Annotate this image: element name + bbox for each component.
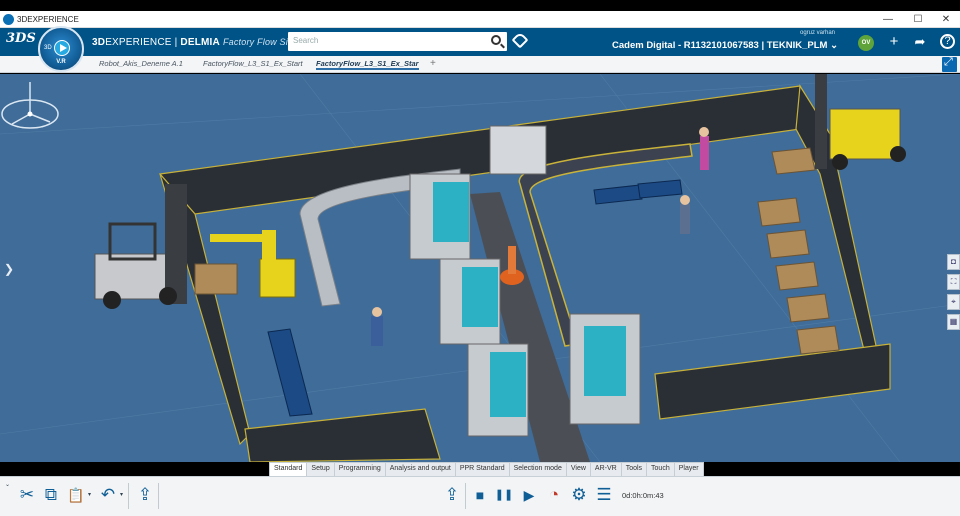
tab-factoryflow-1[interactable]: FactoryFlow_L3_S1_Ex_Start	[203, 59, 303, 68]
copy-icon[interactable]: ⧉	[41, 485, 61, 505]
search-icon[interactable]	[491, 35, 501, 45]
toolbar-separator	[158, 483, 159, 509]
tab-selection-mode[interactable]: Selection mode	[508, 462, 567, 476]
undo-dropdown-caret[interactable]: ▾	[120, 491, 123, 498]
tab-standard[interactable]: Standard	[269, 462, 308, 476]
user-name: ogruz varhan	[800, 30, 836, 36]
toolbar-menu-caret[interactable]: ⌄	[5, 481, 10, 488]
cut-icon[interactable]: ✂	[17, 485, 37, 505]
expand-icon[interactable]	[942, 56, 957, 72]
tag-icon[interactable]	[511, 31, 529, 49]
tab-player[interactable]: Player	[673, 462, 704, 476]
toolbar-separator	[465, 483, 466, 509]
compass-3d-label: 3D	[44, 45, 52, 51]
simulation-timer: 0d:0h:0m:43	[622, 491, 664, 500]
right-bottom-fence	[654, 343, 891, 420]
search-placeholder: Search	[293, 36, 319, 45]
share-icon[interactable]: ➦	[912, 34, 928, 49]
close-window-button[interactable]: ✕	[931, 11, 960, 28]
brand-prefix: 3D	[92, 37, 106, 48]
bottom-fence	[244, 408, 441, 462]
tab-ar-vr[interactable]: AR-VR	[589, 462, 622, 476]
stop-icon[interactable]: ■	[470, 485, 490, 505]
minimize-button[interactable]: —	[873, 11, 903, 28]
ds-logo: 3DS	[6, 31, 36, 46]
document-tab-row: Robot_Akis_Deneme A.1 FactoryFlow_L3_S1_…	[0, 56, 960, 73]
tab-touch[interactable]: Touch	[646, 462, 675, 476]
tab-ppr-standard[interactable]: PPR Standard	[454, 462, 510, 476]
tab-tools[interactable]: Tools	[620, 462, 648, 476]
maximize-button[interactable]: ☐	[903, 11, 933, 28]
compass-play-icon[interactable]	[54, 40, 70, 56]
undo-icon[interactable]: ↶	[98, 485, 118, 505]
export-icon[interactable]: ⇪	[442, 485, 462, 505]
avatar[interactable]: OV	[858, 35, 874, 51]
paste-icon[interactable]: 📋	[66, 485, 86, 505]
brand-main: EXPERIENCE	[105, 37, 172, 48]
brand-app: DELMIA	[180, 37, 220, 48]
window-title: 3DEXPERIENCE	[17, 14, 79, 24]
app-logo-icon	[3, 13, 14, 25]
right-toolbar: ◘ ⛶ ⌖ ▦	[947, 254, 960, 334]
left-forklift	[94, 184, 187, 309]
add-icon[interactable]: +	[886, 34, 902, 49]
help-icon[interactable]: ?	[940, 34, 955, 49]
tab-factoryflow-2[interactable]: FactoryFlow_L3_S1_Ex_Star	[316, 59, 419, 70]
play-icon[interactable]: ▶	[519, 485, 539, 505]
3d-viewport[interactable]: ❯ ◘ ⛶ ⌖ ▦	[0, 74, 960, 462]
paste-dropdown-caret[interactable]: ▾	[88, 491, 91, 498]
os-title-bar: 3DEXPERIENCE — ☐ ✕	[0, 11, 960, 28]
camera-icon[interactable]: ◘	[947, 254, 960, 270]
layout-icon[interactable]: ▦	[947, 314, 960, 330]
add-tab-button[interactable]: +	[430, 58, 436, 69]
expand-left-panel-arrow[interactable]: ❯	[4, 262, 14, 276]
compass-version-label: V.R	[56, 59, 66, 65]
tab-analysis-output[interactable]: Analysis and output	[384, 462, 456, 476]
app-header: 3DS 3DEXPERIENCE | DELMIA Factory Flow S…	[0, 28, 960, 56]
toolbar-separator	[128, 483, 129, 509]
settings-icon[interactable]: ⚙	[569, 485, 589, 505]
axis-icon[interactable]: ⌖	[947, 294, 960, 310]
tab-programming[interactable]: Programming	[333, 462, 386, 476]
tab-view[interactable]: View	[565, 462, 591, 476]
search-field[interactable]: Search	[288, 32, 507, 51]
view-orientation-compass[interactable]	[0, 74, 60, 134]
list-icon[interactable]: ☰	[594, 485, 614, 505]
pause-icon[interactable]: ❚❚	[494, 485, 514, 505]
3d-view-icon[interactable]: ⛶	[947, 274, 960, 290]
action-bar-tabs: Standard Setup Programming Analysis and …	[269, 462, 704, 476]
compass-widget[interactable]: 3D V.R	[38, 26, 84, 72]
brand-title: 3DEXPERIENCE | DELMIA Factory Flow Sim..…	[92, 37, 304, 48]
bottom-toolbar: ⌄ ✂ ⧉ 📋 ▾ ↶ ▾ ⇪ ⇪ ■ ❚❚ ▶ ◔ ⚙ ☰ 0d:0h:0m:…	[0, 476, 960, 516]
publish-icon[interactable]: ⇪	[135, 485, 155, 505]
tenant-selector[interactable]: Cadem Digital - R1132101067583 | TEKNIK_…	[612, 40, 838, 51]
tab-robot-akis[interactable]: Robot_Akis_Deneme A.1	[99, 59, 183, 68]
tab-setup[interactable]: Setup	[306, 462, 335, 476]
speed-gauge-icon[interactable]: ◔	[544, 485, 564, 505]
factory-scene	[0, 74, 960, 462]
